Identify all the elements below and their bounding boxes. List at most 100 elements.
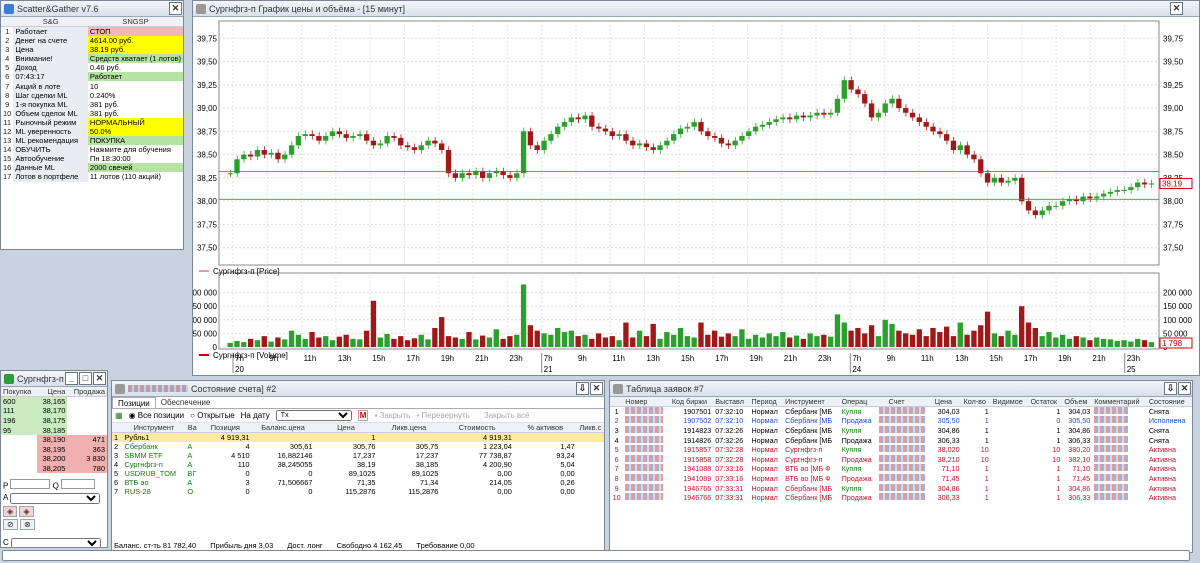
order-row[interactable]: 1 1907501 07:32:10 Нормал Сбербанк [МБ Купля 3… <box>610 407 1192 417</box>
orderbook-row[interactable]: 38,190 471 <box>1 434 107 445</box>
order-row[interactable]: 5 1915857 07:32:28 Нормал Сургнфгз-п Купля 38,… <box>610 445 1192 455</box>
sg-titlebar[interactable]: Scatter&Gather v7.6 ✕ <box>1 1 183 17</box>
command-bar[interactable] <box>2 550 1190 561</box>
orders-header[interactable]: Номер <box>623 397 670 408</box>
minimize-icon[interactable]: _ <box>65 372 78 385</box>
sell-icon[interactable]: ◈ <box>19 505 34 517</box>
order-row[interactable]: 7 1941088 07:33:16 Нормал ВТБ ао [МБ Ф Купля 7… <box>610 464 1192 474</box>
buy-icon[interactable]: ◈ <box>3 505 18 517</box>
long-text: Дост. лонг <box>287 541 323 550</box>
position-row[interactable]: 4 Сургнфгз-п А 110 38,245055 38,19 38,185 4 200… <box>112 460 604 469</box>
candle <box>841 80 847 99</box>
order-row[interactable]: 8 1941089 07:33:16 Нормал ВТБ ао [МБ Ф Продаж… <box>610 474 1192 484</box>
state-header[interactable]: Цена <box>314 423 378 433</box>
grid-icon[interactable]: ▦ <box>115 411 123 420</box>
close-icon[interactable]: ✕ <box>1178 382 1191 395</box>
state-header[interactable] <box>112 423 123 433</box>
orders-header[interactable]: Счет <box>886 397 933 408</box>
position-row[interactable]: 7 RUS-28 О 0 0 115,2876 115,2876 0,00 0,00 <box>112 487 604 496</box>
orders-header[interactable]: Кол-во <box>961 397 991 408</box>
close-icon[interactable]: ✕ <box>169 2 182 15</box>
maximize-icon[interactable]: □ <box>79 372 92 385</box>
volume-bar <box>671 334 677 347</box>
order-row[interactable]: 4 1914826 07:32:26 Нормал Сбербанк [МБ Продаж… <box>610 435 1192 445</box>
sg-table: S&G SNGSP 1 Работает СТОП 2 Денег на счете 461… <box>1 17 183 182</box>
orders-header[interactable]: Видимое <box>990 397 1029 408</box>
close-button[interactable]: ▪ Закрыть <box>374 411 410 420</box>
orders-header[interactable]: Операц <box>839 397 878 408</box>
ob-sell: 3 830 <box>67 454 107 464</box>
state-header[interactable]: Ва <box>185 423 200 433</box>
flip-button[interactable]: ▪ Перевернуть <box>416 411 469 420</box>
volume-bar <box>691 337 697 347</box>
state-header[interactable]: Ликв.с <box>576 423 604 433</box>
state-header[interactable]: Баланс.цена <box>251 423 315 433</box>
orders-header[interactable]: Цена <box>932 397 962 408</box>
volume-bar <box>527 325 534 347</box>
volume-bar <box>971 330 977 347</box>
pin-icon[interactable]: ⇩ <box>576 382 589 395</box>
orders-titlebar[interactable]: Таблица заявок #7 ⇩ ✕ <box>610 381 1192 397</box>
orders-header[interactable]: Остаток <box>1028 397 1063 408</box>
close-icon[interactable]: ✕ <box>93 372 106 385</box>
position-row[interactable]: 1 Рубль1 4 919,31 1 4 919,31 <box>112 432 604 442</box>
price-volume-chart[interactable]: 39,75 39,75 39,50 39,50 39,25 39,25 39,00 39,00… <box>193 17 1199 375</box>
pin-icon[interactable]: ⇩ <box>1164 382 1177 395</box>
open-radio[interactable]: ○ Открытые <box>190 411 235 420</box>
volume-bar <box>868 325 875 347</box>
order-row[interactable]: 2 1907502 07:32:10 Нормал Сбербанк [МБ Продаж… <box>610 416 1192 426</box>
close-icon[interactable]: ✕ <box>1170 2 1183 15</box>
orders-header[interactable]: Комментарий <box>1092 397 1147 408</box>
orders-header[interactable]: Код биржи <box>669 397 714 408</box>
account-select[interactable] <box>10 492 101 504</box>
order-row[interactable]: 6 1915858 07:32:28 Нормал Сургнфгз-п Продажа 3… <box>610 454 1192 465</box>
state-header[interactable]: Позиция <box>199 423 252 433</box>
close-icon[interactable]: ✕ <box>590 382 603 395</box>
position-cell: 3 <box>114 451 119 460</box>
orderbook-row[interactable]: 95 38,185 <box>1 425 107 435</box>
chart-titlebar[interactable]: Сургнфгз-п График цены и объёма - [15 ми… <box>193 1 1199 17</box>
price-input[interactable] <box>10 479 51 489</box>
orders-header[interactable]: Выставл <box>713 397 750 408</box>
client-select[interactable] <box>11 537 102 547</box>
order-row[interactable]: 3 1914823 07:32:26 Нормал Сбербанк [МБ Купля 3… <box>610 426 1192 436</box>
m-icon[interactable]: M <box>357 410 369 421</box>
orders-header[interactable] <box>877 397 887 408</box>
orderbook-row[interactable]: 38,205 780 <box>1 463 107 474</box>
orderbook-titlebar[interactable]: Сургнфгз-п [МБ_□✕ <box>1 371 107 387</box>
orderbook-row[interactable]: 38,195 363 <box>1 444 107 455</box>
tx-select[interactable]: Tx <box>275 410 352 421</box>
position-row[interactable]: 5 USDRUB_TOM ВГ 0 0 89,1025 89,1025 0,00 0,00 <box>112 469 604 478</box>
state-header[interactable]: Инструмент <box>122 423 186 433</box>
orders-header[interactable] <box>610 397 624 408</box>
orders-header[interactable]: Состояние <box>1146 397 1192 408</box>
tab-collateral[interactable]: Обеспечение <box>156 397 216 408</box>
state-titlebar[interactable]: Состояние счета] #2 ⇩ ✕ <box>112 381 604 397</box>
sg-row-value[interactable]: Нажмите для обучения <box>88 145 183 154</box>
orderbook-row[interactable]: 38,200 3 830 <box>1 454 107 464</box>
state-header[interactable]: Стоимость <box>440 423 514 433</box>
position-row[interactable]: 2 Сбербанк А 4 305,61 305,76 305,75 1 223,04 1,4… <box>112 442 604 451</box>
sg-row-value[interactable]: СТОП <box>87 26 183 36</box>
all-positions-radio[interactable]: ◉ Все позиции <box>129 411 185 420</box>
position-row[interactable]: 3 SBMM ETF А 4 510 16,882146 17,237 17,237 77 7… <box>112 451 604 460</box>
cancel-all-icon[interactable]: ⊗ <box>19 518 35 530</box>
qty-input[interactable] <box>61 479 96 489</box>
cancel-icon[interactable]: ⊘ <box>3 518 18 530</box>
volume-bar <box>589 338 595 347</box>
price-tick-left: 38,50 <box>197 151 218 160</box>
position-row[interactable]: 6 ВТБ ао А 3 71,506667 71,35 71,34 214,05 0,26 <box>112 478 604 487</box>
orderbook-row[interactable]: 196 38,175 <box>1 415 107 426</box>
orders-header[interactable]: Объем <box>1062 397 1093 408</box>
orderbook-row[interactable]: 111 38,170 <box>1 406 107 416</box>
masked-account <box>877 474 932 484</box>
orders-header[interactable]: Период <box>749 397 784 408</box>
orders-header[interactable]: Инструмент <box>783 397 840 408</box>
order-row[interactable]: 9 1946765 07:33:31 Нормал Сбербанк [МБ Купля 3… <box>610 483 1192 493</box>
order-row[interactable]: 10 1946766 07:33:31 Нормал Сбербанк [МБ Прода… <box>610 493 1192 503</box>
tab-positions[interactable]: Позиции <box>112 397 156 408</box>
state-header[interactable]: Ликв.цена <box>377 423 441 433</box>
close-all-button[interactable]: Закрыть всё <box>484 411 530 420</box>
orderbook-row[interactable]: 600 38,165 <box>1 396 107 407</box>
state-header[interactable]: % активов <box>513 423 577 433</box>
